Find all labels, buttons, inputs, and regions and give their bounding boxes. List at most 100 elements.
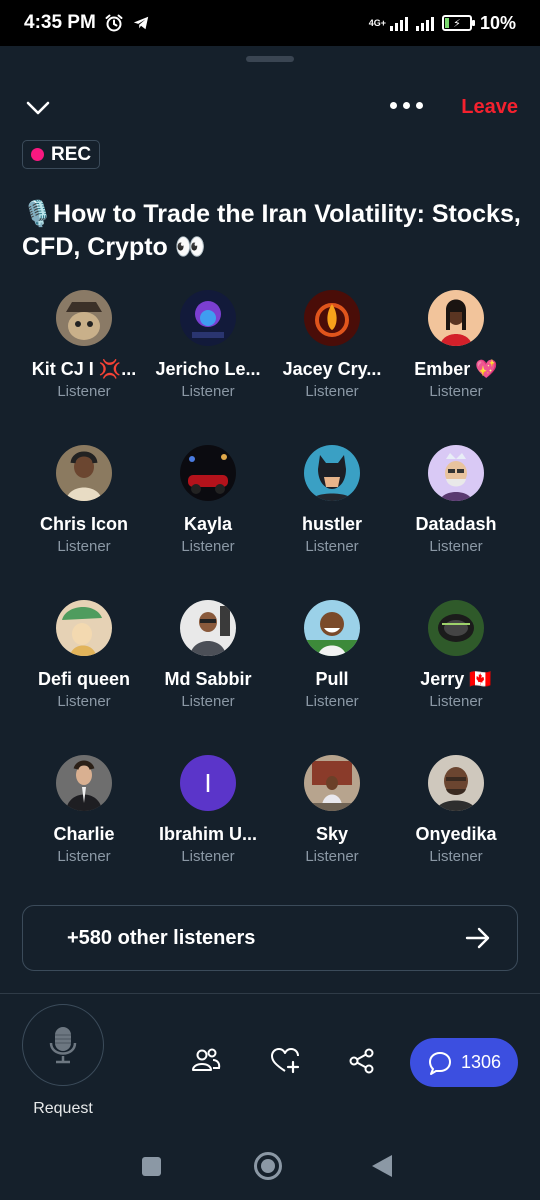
listener-item[interactable]: I Ibrahim U... Listener: [146, 755, 270, 870]
listener-grid: Kit CJ I 💢... Listener Jericho Le... Lis…: [22, 290, 518, 870]
avatar: [180, 290, 236, 346]
signal-icon-2: [415, 15, 434, 31]
comments-button[interactable]: 1306: [410, 1038, 518, 1087]
rec-label: REC: [51, 143, 92, 165]
avatar: [304, 600, 360, 656]
listener-name: Jerry 🇨🇦: [420, 669, 492, 689]
listener-item[interactable]: Jericho Le... Listener: [146, 290, 270, 405]
request-label: Request: [33, 1100, 93, 1117]
avatar: [304, 290, 360, 346]
chevron-down-icon[interactable]: [26, 96, 50, 120]
listener-item[interactable]: Sky Listener: [270, 755, 394, 870]
divider: [0, 993, 540, 994]
listener-name: Kayla: [183, 514, 233, 534]
listener-role: Listener: [57, 693, 111, 710]
people-icon[interactable]: [191, 1046, 221, 1076]
listener-name: Datadash: [415, 514, 497, 534]
arrow-right-icon: [465, 927, 490, 949]
listener-item[interactable]: Md Sabbir Listener: [146, 600, 270, 715]
listener-name: hustler: [301, 514, 362, 534]
listener-item[interactable]: Datadash Listener: [394, 445, 518, 560]
listener-name: Md Sabbir: [164, 669, 252, 689]
listener-item[interactable]: Kayla Listener: [146, 445, 270, 560]
rec-dot-icon: [31, 148, 44, 161]
avatar: [56, 290, 112, 346]
avatar: [180, 445, 236, 501]
listener-item[interactable]: Charlie Listener: [22, 755, 146, 870]
other-listeners-button[interactable]: +580 other listeners: [22, 905, 518, 971]
listener-item[interactable]: Onyedika Listener: [394, 755, 518, 870]
listener-role: Listener: [429, 848, 483, 865]
listener-role: Listener: [181, 538, 235, 555]
avatar: [304, 445, 360, 501]
battery-level: 10%: [479, 12, 516, 33]
signal-icon: [389, 15, 408, 31]
avatar: [428, 600, 484, 656]
listener-name: Chris Icon: [39, 514, 128, 534]
listener-role: Listener: [57, 383, 111, 400]
space-title: 🎙️How to Trade the Iran Volatility: Stoc…: [22, 200, 521, 261]
microphone-icon: [49, 1027, 77, 1064]
drag-handle[interactable]: [246, 56, 294, 62]
status-bar: 4:35 PM 4G+ ⚡ 10%: [0, 0, 540, 46]
listener-role: Listener: [429, 538, 483, 555]
heart-plus-icon[interactable]: [270, 1046, 300, 1076]
listener-name: Kit CJ I 💢...: [31, 359, 137, 379]
home-icon[interactable]: [254, 1152, 282, 1180]
avatar: [428, 290, 484, 346]
avatar: [180, 600, 236, 656]
listener-role: Listener: [429, 693, 483, 710]
system-nav-bar: [0, 1140, 540, 1200]
back-icon[interactable]: [372, 1155, 392, 1177]
listener-role: Listener: [181, 848, 235, 865]
avatar: [56, 600, 112, 656]
listener-item[interactable]: Jerry 🇨🇦 Listener: [394, 600, 518, 715]
listener-role: Listener: [181, 383, 235, 400]
request-mic-button[interactable]: [22, 1004, 104, 1086]
listener-item[interactable]: Ember 💖 Listener: [394, 290, 518, 405]
space-header: Leave: [0, 88, 540, 128]
more-icon[interactable]: [390, 102, 423, 109]
listener-name: Jericho Le...: [155, 359, 261, 379]
listener-role: Listener: [181, 693, 235, 710]
listener-role: Listener: [429, 383, 483, 400]
listener-name: Charlie: [53, 824, 115, 844]
listener-name: Sky: [315, 824, 349, 844]
network-type: 4G+: [368, 17, 386, 28]
listener-item[interactable]: hustler Listener: [270, 445, 394, 560]
listener-role: Listener: [57, 848, 111, 865]
listener-name: Defi queen: [37, 669, 130, 689]
avatar: I: [180, 755, 236, 811]
listener-name: Jacey Cry...: [282, 359, 382, 379]
leave-button[interactable]: Leave: [461, 96, 518, 119]
listener-role: Listener: [305, 383, 359, 400]
listener-item[interactable]: Defi queen Listener: [22, 600, 146, 715]
listener-role: Listener: [305, 848, 359, 865]
listener-item[interactable]: Chris Icon Listener: [22, 445, 146, 560]
listener-role: Listener: [305, 538, 359, 555]
avatar: [428, 445, 484, 501]
battery-icon: ⚡: [441, 15, 475, 31]
listener-role: Listener: [57, 538, 111, 555]
avatar: [56, 445, 112, 501]
status-time: 4:35 PM: [24, 12, 96, 33]
listener-name: Ibrahim U...: [158, 824, 257, 844]
listener-item[interactable]: Kit CJ I 💢... Listener: [22, 290, 146, 405]
alarm-icon: [105, 14, 123, 32]
other-listeners-label: +580 other listeners: [67, 926, 256, 949]
listener-name: Onyedika: [415, 824, 497, 844]
telegram-icon: [133, 16, 149, 30]
avatar: [56, 755, 112, 811]
rec-badge: REC: [22, 140, 101, 169]
comment-count: 1306: [460, 1052, 502, 1072]
avatar: [428, 755, 484, 811]
listener-role: Listener: [305, 693, 359, 710]
comment-icon: [428, 1051, 451, 1075]
listener-item[interactable]: Pull Listener: [270, 600, 394, 715]
listener-name: Ember 💖: [414, 359, 498, 379]
listener-name: Pull: [315, 669, 349, 689]
share-icon[interactable]: [347, 1046, 377, 1076]
listener-item[interactable]: Jacey Cry... Listener: [270, 290, 394, 405]
avatar: [304, 755, 360, 811]
recents-icon[interactable]: [142, 1157, 161, 1176]
